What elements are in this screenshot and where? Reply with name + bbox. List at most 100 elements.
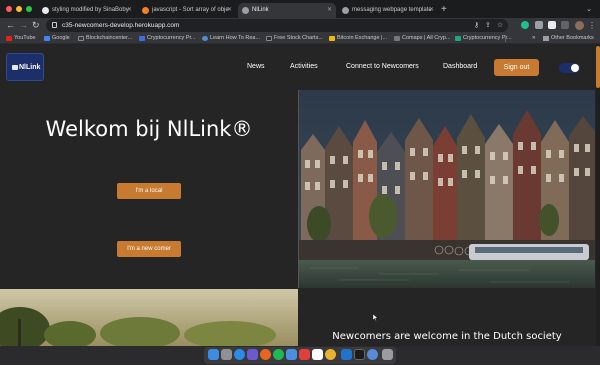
app-icon[interactable]	[286, 349, 297, 360]
bookmark-bitcoin-exchange[interactable]: Bitcoin Exchange |...	[329, 33, 387, 44]
close-window-icon[interactable]	[6, 6, 12, 12]
logo-mark-icon	[12, 65, 18, 70]
bookmark-favicon	[266, 36, 272, 41]
park-photo	[0, 289, 298, 346]
minimize-window-icon[interactable]	[16, 6, 22, 12]
page-scrollbar[interactable]	[596, 44, 600, 346]
terminal-icon[interactable]	[354, 349, 365, 360]
web-page: NlLink News Activities Connect to Newcom…	[0, 44, 600, 346]
close-tab-icon[interactable]: ✕	[327, 3, 332, 18]
bookmark-label: Blockchaincenter...	[86, 35, 133, 41]
bookmark-label: Cryptocurrency Pr...	[147, 35, 196, 41]
github-icon	[42, 7, 49, 14]
bookmark-favicon	[329, 36, 335, 41]
app-icon[interactable]	[247, 349, 258, 360]
extension-icon[interactable]	[521, 21, 529, 29]
park-trees-illustration	[0, 289, 298, 346]
browser-toolbar: ← → ↻ c35-newcomers-develop.herokuapp.co…	[0, 18, 600, 33]
bookmark-label: Learn How To Rea...	[210, 35, 261, 41]
extension-icon[interactable]	[535, 21, 543, 29]
launchpad-icon[interactable]	[221, 349, 232, 360]
bookmark-google[interactable]: Google	[44, 33, 70, 44]
canal-houses-illustration	[299, 90, 595, 288]
bookmark-label: Bitcoin Exchange |...	[337, 35, 388, 41]
bookmark-label: Other Bookmarks	[551, 35, 594, 41]
bookmark-cryptocurrency[interactable]: Cryptocurrency Pr...	[139, 33, 196, 44]
site-navbar: NlLink News Activities Connect to Newcom…	[0, 44, 600, 90]
nav-link-dashboard[interactable]: Dashboard	[443, 61, 477, 73]
bookmark-label: Free Stock Charts...	[274, 35, 323, 41]
bookmark-label: Google	[52, 35, 70, 41]
key-icon[interactable]: ⚷	[474, 19, 479, 32]
bookmark-favicon	[455, 36, 461, 41]
address-bar[interactable]: c35-newcomers-develop.herokuapp.com ⚷ ⇪ …	[46, 19, 508, 32]
star-icon[interactable]: ☆	[497, 19, 503, 32]
bookmark-label: YouTube	[14, 35, 36, 41]
bookmark-cryptocurrency-2[interactable]: Cryptocurrency Pr...	[455, 33, 512, 44]
share-icon[interactable]: ⇪	[485, 19, 491, 32]
firefox-icon[interactable]	[260, 349, 271, 360]
site-logo[interactable]: NlLink	[6, 53, 44, 81]
safari-icon[interactable]	[234, 349, 245, 360]
extension-icon[interactable]	[548, 21, 556, 29]
logo-text: NlLink	[19, 64, 41, 71]
tab-title: styling modified by SinaBoby	[52, 7, 129, 13]
bookmark-youtube[interactable]: YouTube	[6, 33, 36, 44]
menu-kebab-icon[interactable]: ⋮	[588, 19, 596, 32]
hero-panel: Welkom bij NlLink® I'm a local I'm a new…	[0, 90, 298, 288]
bookmark-blockchaincenter[interactable]: Blockchaincenter...	[78, 33, 132, 44]
bookmark-comaps[interactable]: Comaps | All Cryp...	[394, 33, 451, 44]
google-icon	[44, 36, 50, 41]
trash-icon[interactable]	[382, 349, 393, 360]
bookmark-learn[interactable]: Learn How To Rea...	[202, 33, 260, 44]
hero-title: Welkom bij NlLink®	[45, 117, 253, 141]
zoom-window-icon[interactable]	[26, 6, 32, 12]
close-tab-icon[interactable]: ✕	[227, 3, 232, 18]
app-icon[interactable]	[299, 349, 310, 360]
nav-link-activities[interactable]: Activities	[290, 61, 318, 73]
theme-toggle[interactable]	[559, 63, 580, 73]
tab-title: messaging webpage template	[352, 7, 432, 13]
profile-avatar[interactable]	[575, 21, 584, 30]
bookmark-favicon	[78, 36, 84, 41]
folder-icon	[543, 36, 549, 41]
tab-title: javascript - Sort array of obje	[152, 7, 229, 13]
vscode-icon[interactable]	[341, 349, 352, 360]
lock-icon[interactable]	[52, 22, 57, 28]
back-icon[interactable]: ←	[6, 19, 15, 32]
app-icon[interactable]	[367, 349, 378, 360]
tab-search-icon[interactable]: ⌄	[586, 3, 592, 16]
other-bookmarks-folder[interactable]: Other Bookmarks	[543, 33, 594, 44]
scrollbar-thumb[interactable]	[596, 46, 600, 88]
browser-tab[interactable]: messaging webpage template ✕	[338, 3, 438, 18]
browser-tab[interactable]: javascript - Sort array of obje ✕	[138, 3, 236, 18]
toggle-knob	[571, 64, 579, 72]
sign-out-button[interactable]: Sign out	[494, 59, 539, 76]
amsterdam-canal-photo	[299, 90, 595, 288]
local-button[interactable]: I'm a local	[117, 183, 181, 199]
bookmarks-overflow-button[interactable]: »	[532, 33, 535, 44]
bookmarks-divider	[505, 35, 506, 42]
url-text: c35-newcomers-develop.herokuapp.com	[62, 22, 180, 29]
nav-link-news[interactable]: News	[247, 61, 265, 73]
globe-icon	[342, 7, 349, 14]
nav-link-connect[interactable]: Connect to Newcomers	[346, 61, 419, 73]
forward-icon[interactable]: →	[19, 19, 28, 32]
close-tab-icon[interactable]: ✕	[127, 3, 132, 18]
welcome-heading: Newcomers are welcome in the Dutch socie…	[332, 331, 562, 342]
app-icon[interactable]	[312, 349, 323, 360]
browser-tab-active[interactable]: NlLink ✕	[238, 3, 336, 18]
browser-tab[interactable]: styling modified by SinaBoby ✕	[38, 3, 136, 18]
sidebar-icon[interactable]	[561, 21, 569, 29]
close-tab-icon[interactable]: ✕	[429, 3, 434, 18]
reload-icon[interactable]: ↻	[32, 19, 40, 32]
stackoverflow-icon	[142, 7, 149, 14]
finder-icon[interactable]	[208, 349, 219, 360]
tab-title: NlLink	[252, 7, 269, 13]
bookmark-stock-charts[interactable]: Free Stock Charts...	[266, 33, 323, 44]
chrome-icon[interactable]	[325, 349, 336, 360]
spotify-icon[interactable]	[273, 349, 284, 360]
new-tab-button[interactable]: +	[441, 3, 447, 16]
newcomer-button[interactable]: I'm a new comer	[117, 241, 181, 257]
bookmarks-bar: YouTube Google Blockchaincenter... Crypt…	[0, 33, 600, 44]
